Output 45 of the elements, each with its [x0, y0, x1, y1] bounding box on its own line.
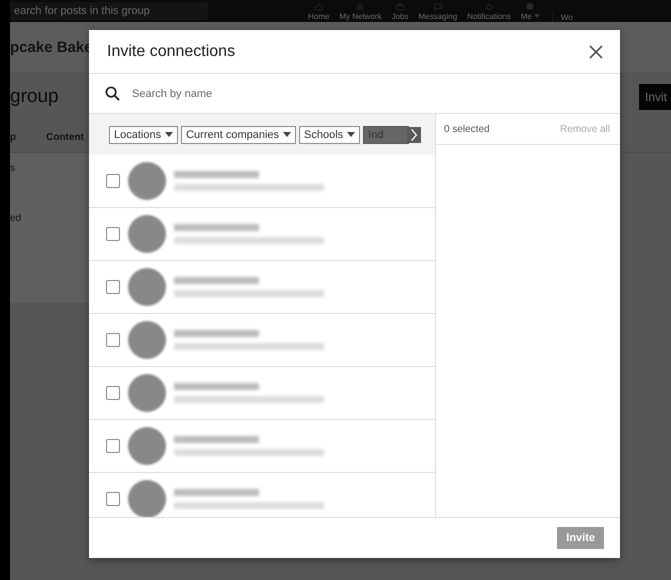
- people-icon: [354, 2, 366, 12]
- checkbox[interactable]: [106, 333, 120, 347]
- tab[interactable]: p: [10, 132, 16, 142]
- selected-count: 0 selected: [444, 124, 490, 134]
- blurred-avatar: [128, 215, 166, 253]
- scroll-right-button[interactable]: [407, 127, 421, 143]
- dropdown-arrow-icon: [283, 132, 292, 137]
- side-text: ed: [10, 213, 22, 226]
- checkbox[interactable]: [106, 174, 120, 188]
- side-text: s: [10, 163, 16, 176]
- nav-item[interactable]: Notifications: [467, 2, 511, 20]
- filter-dropdown[interactable]: Locations: [109, 126, 178, 144]
- blurred-avatar: [128, 480, 166, 517]
- checkbox[interactable]: [106, 439, 120, 453]
- avatar-icon: [524, 2, 536, 12]
- nav-item[interactable]: Me: [520, 2, 540, 20]
- dropdown-arrow-icon: [165, 132, 174, 137]
- search-field[interactable]: Search by name: [130, 86, 620, 100]
- nav-item[interactable]: Jobs: [392, 2, 408, 20]
- nav-item[interactable]: Messaging: [418, 2, 458, 20]
- search-field[interactable]: earch for posts in this group: [10, 2, 208, 20]
- blurred-avatar: [128, 374, 166, 412]
- briefcase-icon: [394, 2, 406, 12]
- page-heading: group: [10, 86, 59, 108]
- caret-icon: [534, 14, 540, 18]
- checkbox[interactable]: [106, 227, 120, 241]
- invite-button[interactable]: Invit: [638, 84, 671, 110]
- checkbox[interactable]: [106, 386, 120, 400]
- search-icon: [105, 86, 120, 101]
- blurred-avatar: [128, 268, 166, 306]
- nav-item[interactable]: Home: [308, 2, 330, 20]
- filter-dropdown[interactable]: Current companies: [181, 126, 296, 144]
- checkbox[interactable]: [106, 280, 120, 294]
- blurred-avatar: [128, 427, 166, 465]
- house-icon: [312, 2, 325, 12]
- dialog-title: Invite connections: [107, 42, 236, 60]
- speech-bubble-icon: [432, 2, 444, 12]
- nav-item[interactable]: My Network: [339, 2, 382, 20]
- dropdown-arrow-icon: [347, 132, 356, 137]
- blurred-avatar: [128, 162, 166, 200]
- blurred-avatar: [128, 321, 166, 359]
- filter-dropdown[interactable]: Schools: [299, 126, 360, 144]
- tab[interactable]: Content: [46, 132, 84, 142]
- remove-all-link[interactable]: Remove all: [560, 124, 610, 134]
- checkbox[interactable]: [106, 492, 120, 506]
